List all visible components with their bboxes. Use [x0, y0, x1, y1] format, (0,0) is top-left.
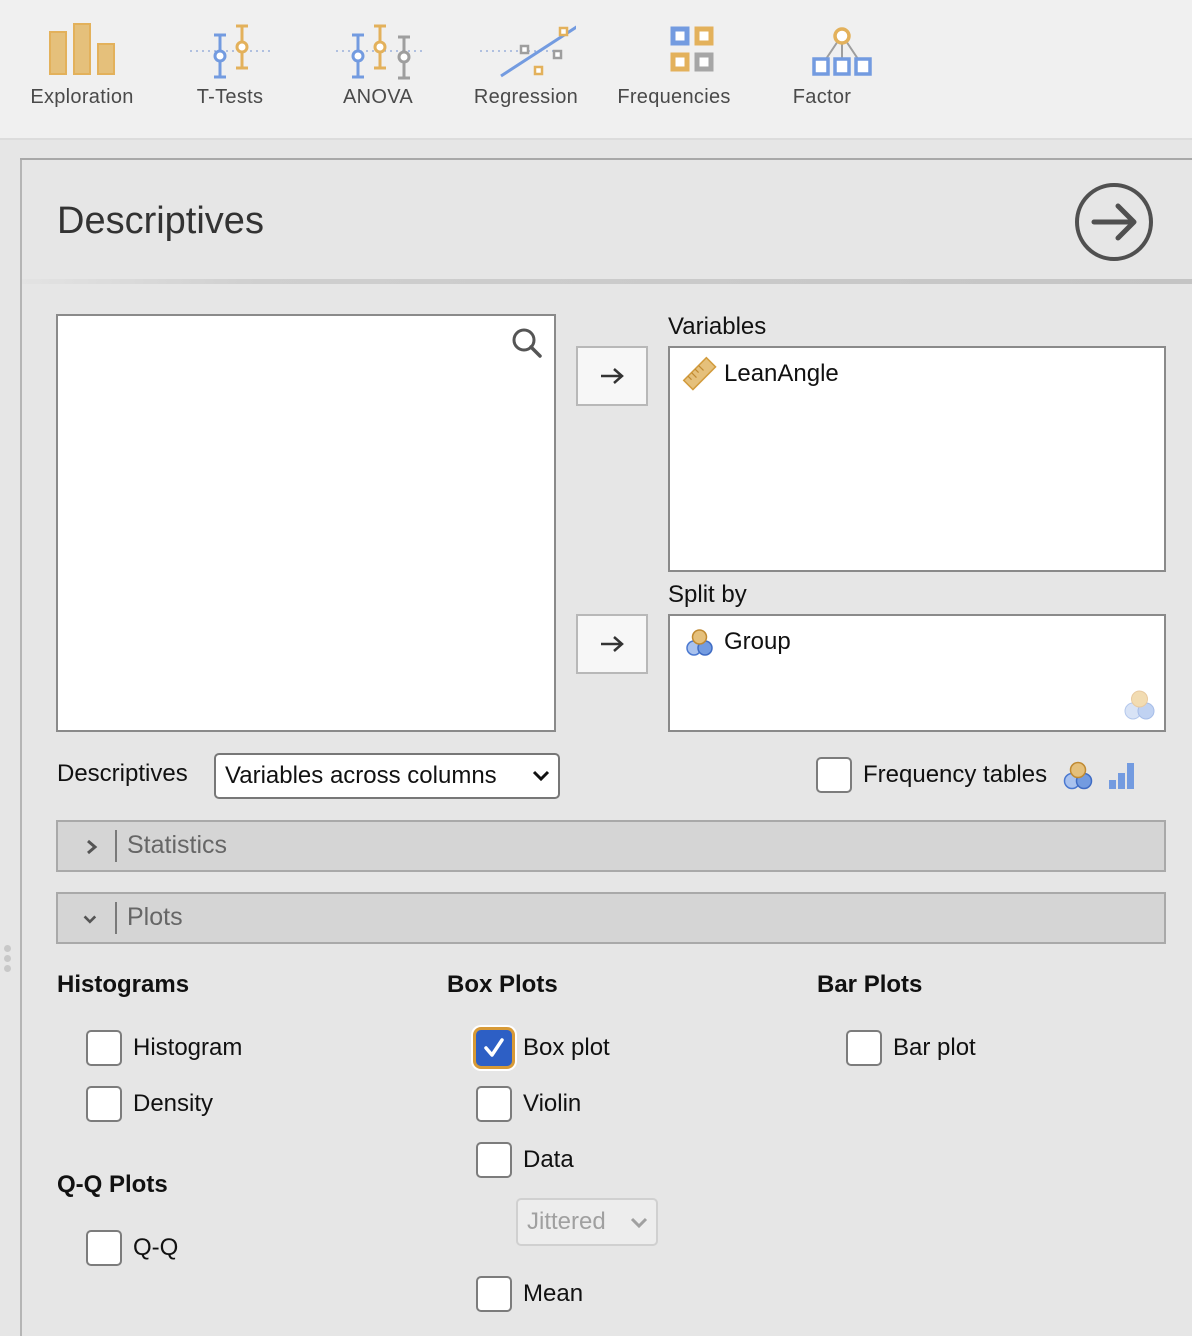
variable-name: Group [724, 628, 791, 655]
histogram-checkbox[interactable] [86, 1030, 122, 1066]
qq-option[interactable]: Q-Q [86, 1230, 178, 1266]
select-value: Jittered [527, 1208, 606, 1235]
box-plot-option[interactable]: Box plot [476, 1030, 610, 1066]
arrow-circle-right-icon[interactable] [1073, 181, 1155, 263]
title-divider [22, 279, 1192, 284]
histogram-option[interactable]: Histogram [86, 1030, 242, 1066]
data-type-select: Jittered [516, 1198, 658, 1246]
section-divider [115, 902, 117, 934]
move-to-variables-button[interactable] [576, 346, 648, 406]
analysis-ribbon: Exploration T-Tests ANOVA Regression Fre… [0, 0, 1192, 140]
bar-plots-heading: Bar Plots [817, 971, 923, 998]
histogram-label: Histogram [133, 1034, 243, 1061]
chevron-down-icon [532, 770, 550, 782]
violin-label: Violin [523, 1090, 582, 1117]
nominal-type-hint-icon [1124, 690, 1155, 720]
data-label: Data [523, 1146, 574, 1173]
histograms-heading: Histograms [57, 971, 190, 998]
anova-icon [336, 24, 422, 80]
chevron-down-icon [83, 915, 97, 924]
ribbon-label: Exploration [30, 86, 134, 108]
frequency-tables-checkbox[interactable] [816, 757, 852, 793]
split-by-list[interactable]: Group [668, 614, 1166, 732]
ribbon-label: T-Tests [196, 86, 264, 108]
qq-label: Q-Q [133, 1234, 179, 1261]
ribbon-anova-button[interactable]: ANOVA [308, 18, 448, 118]
panel-left-border [20, 158, 22, 1336]
qq-plots-heading: Q-Q Plots [57, 1171, 168, 1198]
box-plot-label: Box plot [523, 1034, 610, 1061]
violin-option[interactable]: Violin [476, 1086, 581, 1122]
qq-checkbox[interactable] [86, 1230, 122, 1266]
select-value: Variables across columns [225, 762, 497, 789]
ribbon-label: Factor [792, 86, 852, 108]
arrow-right-icon [601, 368, 624, 384]
ribbon-label: Regression [473, 86, 579, 108]
ribbon-t-tests-button[interactable]: T-Tests [160, 18, 300, 118]
density-label: Density [133, 1090, 214, 1117]
factor-icon [812, 27, 872, 76]
t-tests-icon [190, 24, 272, 79]
section-divider [115, 830, 117, 862]
nominal-variable-icon [686, 629, 713, 656]
ribbon-label: ANOVA [342, 86, 414, 108]
split-by-label: Split by [668, 581, 747, 608]
move-to-split-by-button[interactable] [576, 614, 648, 674]
density-option[interactable]: Density [86, 1086, 213, 1122]
bar-plot-checkbox[interactable] [846, 1030, 882, 1066]
section-title: Statistics [127, 831, 228, 859]
ribbon-regression-button[interactable]: Regression [456, 18, 596, 118]
descriptives-layout-select[interactable]: Variables across columns [214, 753, 560, 799]
chevron-right-icon [87, 839, 98, 855]
section-title: Plots [127, 903, 183, 931]
panel-title: Descriptives [57, 200, 264, 242]
bar-chart-icon [1109, 763, 1135, 789]
resize-handle[interactable] [4, 945, 12, 975]
density-checkbox[interactable] [86, 1086, 122, 1122]
mean-label: Mean [523, 1280, 584, 1307]
box-plot-checkbox[interactable] [476, 1030, 512, 1066]
ruler-continuous-icon [682, 356, 717, 391]
ribbon-factor-button[interactable]: Factor [752, 18, 892, 118]
split-variable-item[interactable]: Group [682, 624, 791, 660]
search-icon[interactable] [510, 326, 544, 360]
bar-plot-option[interactable]: Bar plot [846, 1030, 976, 1066]
variables-list[interactable]: LeanAngle [668, 346, 1166, 572]
statistics-section-header[interactable]: Statistics [56, 820, 1166, 872]
descriptives-layout-label: Descriptives [57, 760, 188, 787]
box-plots-heading: Box Plots [447, 971, 558, 998]
variable-item[interactable]: LeanAngle [682, 356, 839, 392]
exploration-icon [49, 23, 115, 75]
mean-option[interactable]: Mean [476, 1276, 583, 1312]
arrow-right-icon [601, 636, 624, 652]
ribbon-exploration-button[interactable]: Exploration [12, 18, 152, 118]
frequency-tables-option[interactable]: Frequency tables [816, 757, 1139, 793]
nominal-variable-icon [1063, 761, 1093, 790]
mean-checkbox[interactable] [476, 1276, 512, 1312]
data-option[interactable]: Data [476, 1142, 574, 1178]
source-variables-list[interactable] [56, 314, 556, 732]
ribbon-label: Frequencies [617, 86, 731, 108]
data-checkbox[interactable] [476, 1142, 512, 1178]
panel-top-border [20, 158, 1192, 160]
chevron-down-icon [630, 1217, 648, 1229]
violin-checkbox[interactable] [476, 1086, 512, 1122]
regression-icon [480, 25, 576, 78]
variables-label: Variables [668, 313, 767, 340]
bar-plot-label: Bar plot [893, 1034, 976, 1061]
variable-name: LeanAngle [724, 360, 839, 387]
checkmark-icon [484, 1038, 504, 1057]
frequencies-icon [670, 26, 714, 72]
plots-section-header[interactable]: Plots [56, 892, 1166, 944]
frequency-tables-label: Frequency tables [863, 761, 1048, 788]
ribbon-frequencies-button[interactable]: Frequencies [604, 18, 744, 118]
